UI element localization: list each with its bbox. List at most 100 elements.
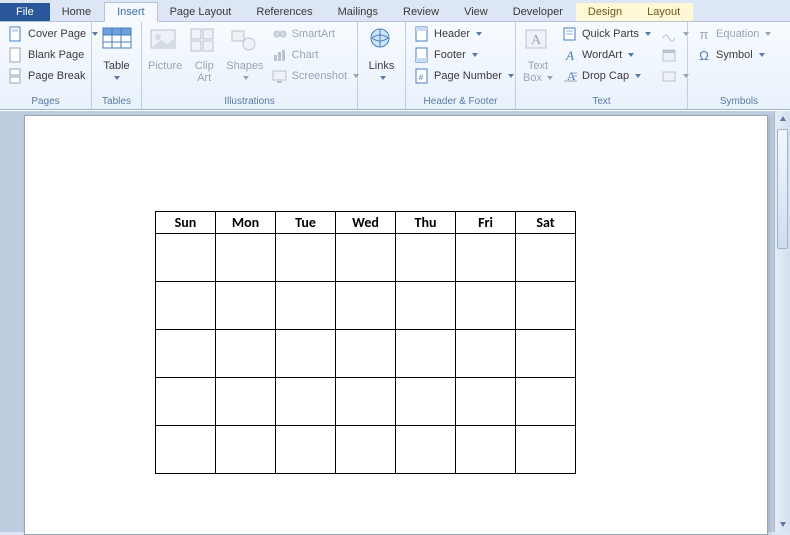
- day-header[interactable]: Thu: [396, 212, 456, 234]
- clip-art-label: ClipArt: [195, 60, 214, 84]
- calendar-cell[interactable]: [456, 282, 516, 330]
- group-links-label: [362, 95, 401, 109]
- calendar-cell[interactable]: [156, 426, 216, 474]
- calendar-cell[interactable]: [396, 330, 456, 378]
- calendar-cell[interactable]: [516, 378, 576, 426]
- calendar-cell[interactable]: [396, 234, 456, 282]
- calendar-cell[interactable]: [336, 378, 396, 426]
- calendar-cell[interactable]: [336, 330, 396, 378]
- calendar-cell[interactable]: [276, 282, 336, 330]
- tab-design[interactable]: Design: [576, 3, 635, 21]
- footer-button[interactable]: Footer: [410, 45, 518, 65]
- calendar-cell[interactable]: [276, 378, 336, 426]
- calendar-cell[interactable]: [336, 234, 396, 282]
- calendar-cell[interactable]: [156, 282, 216, 330]
- scroll-down-button[interactable]: [775, 516, 790, 532]
- dropdown-caret-icon: [472, 53, 478, 57]
- calendar-cell[interactable]: [216, 426, 276, 474]
- calendar-cell[interactable]: [216, 378, 276, 426]
- signature-line-button[interactable]: [659, 24, 691, 44]
- day-header[interactable]: Wed: [336, 212, 396, 234]
- tab-layout[interactable]: Layout: [635, 3, 693, 21]
- tab-references[interactable]: References: [244, 3, 325, 21]
- table-button[interactable]: Table: [96, 24, 137, 86]
- chart-icon: [272, 47, 288, 63]
- equation-button[interactable]: π Equation: [692, 24, 775, 44]
- calendar-cell[interactable]: [216, 330, 276, 378]
- calendar-cell[interactable]: [456, 378, 516, 426]
- calendar-cell[interactable]: [396, 378, 456, 426]
- header-icon: [414, 26, 430, 42]
- calendar-cell[interactable]: [516, 282, 576, 330]
- blank-page-label: Blank Page: [28, 49, 84, 61]
- symbol-label: Symbol: [716, 49, 753, 61]
- calendar-cell[interactable]: [456, 426, 516, 474]
- cover-page-button[interactable]: Cover Page: [4, 24, 102, 44]
- symbol-button[interactable]: Ω Symbol: [692, 45, 775, 65]
- tab-mailings[interactable]: Mailings: [326, 3, 391, 21]
- calendar-cell[interactable]: [456, 330, 516, 378]
- date-time-button[interactable]: [659, 45, 691, 65]
- day-header[interactable]: Tue: [276, 212, 336, 234]
- scroll-thumb[interactable]: [777, 129, 788, 249]
- calendar-cell[interactable]: [336, 282, 396, 330]
- clip-art-button[interactable]: ClipArt: [186, 24, 222, 86]
- text-box-button[interactable]: A TextBox: [520, 24, 556, 86]
- document-page[interactable]: Sun Mon Tue Wed Thu Fri Sat: [24, 115, 768, 535]
- smartart-button[interactable]: SmartArt: [268, 24, 364, 44]
- symbol-icon: Ω: [696, 47, 712, 63]
- drop-cap-button[interactable]: A Drop Cap: [558, 66, 655, 86]
- cover-page-icon: [8, 26, 24, 42]
- calendar-cell[interactable]: [156, 330, 216, 378]
- footer-icon: [414, 47, 430, 63]
- tab-developer[interactable]: Developer: [501, 3, 576, 21]
- calendar-cell[interactable]: [516, 330, 576, 378]
- left-margin: [0, 111, 22, 532]
- calendar-cell[interactable]: [156, 378, 216, 426]
- calendar-cell[interactable]: [156, 234, 216, 282]
- quick-parts-button[interactable]: Quick Parts: [558, 24, 655, 44]
- calendar-cell[interactable]: [216, 282, 276, 330]
- tab-insert[interactable]: Insert: [104, 2, 158, 22]
- calendar-cell[interactable]: [516, 234, 576, 282]
- screenshot-icon: [272, 68, 288, 84]
- calendar-cell[interactable]: [336, 426, 396, 474]
- tab-page-layout[interactable]: Page Layout: [158, 3, 245, 21]
- calendar-cell[interactable]: [276, 426, 336, 474]
- vertical-scrollbar[interactable]: [774, 111, 790, 532]
- object-icon: [661, 68, 677, 84]
- calendar-cell[interactable]: [276, 234, 336, 282]
- dropdown-caret-icon: [628, 53, 634, 57]
- calendar-cell[interactable]: [516, 426, 576, 474]
- drop-cap-icon: A: [562, 68, 578, 84]
- tab-home[interactable]: Home: [50, 3, 104, 21]
- tab-review[interactable]: Review: [391, 3, 452, 21]
- object-button[interactable]: [659, 66, 691, 86]
- calendar-table[interactable]: Sun Mon Tue Wed Thu Fri Sat: [155, 211, 576, 474]
- links-button[interactable]: Links: [362, 24, 401, 86]
- day-header[interactable]: Sat: [516, 212, 576, 234]
- page-break-label: Page Break: [28, 70, 85, 82]
- day-header[interactable]: Sun: [156, 212, 216, 234]
- picture-button[interactable]: Picture: [146, 24, 184, 74]
- header-button[interactable]: Header: [410, 24, 518, 44]
- calendar-cell[interactable]: [216, 234, 276, 282]
- day-header[interactable]: Mon: [216, 212, 276, 234]
- tab-file[interactable]: File: [0, 3, 50, 21]
- calendar-cell[interactable]: [396, 426, 456, 474]
- calendar-cell[interactable]: [276, 330, 336, 378]
- page-break-button[interactable]: Page Break: [4, 66, 102, 86]
- scroll-up-button[interactable]: [775, 111, 790, 127]
- day-header[interactable]: Fri: [456, 212, 516, 234]
- page-number-button[interactable]: # Page Number: [410, 66, 518, 86]
- screenshot-button[interactable]: Screenshot: [268, 66, 364, 86]
- calendar-cell[interactable]: [456, 234, 516, 282]
- calendar-cell[interactable]: [396, 282, 456, 330]
- text-box-icon: A: [522, 26, 554, 58]
- svg-text:π: π: [700, 27, 709, 42]
- chart-button[interactable]: Chart: [268, 45, 364, 65]
- tab-view[interactable]: View: [452, 3, 501, 21]
- blank-page-button[interactable]: Blank Page: [4, 45, 102, 65]
- wordart-button[interactable]: A WordArt: [558, 45, 655, 65]
- shapes-button[interactable]: Shapes: [224, 24, 265, 86]
